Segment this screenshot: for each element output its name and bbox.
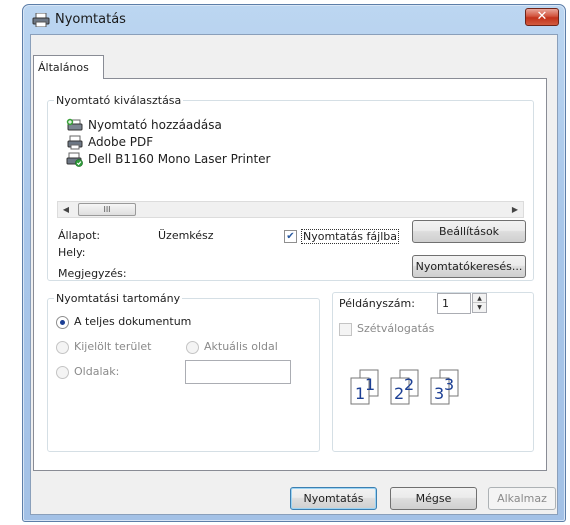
printer-icon (32, 13, 50, 27)
printer-select-group: Nyomtató kiválasztása Nyomtató hozzáadás… (47, 94, 534, 281)
list-item[interactable]: Nyomtató hozzáadása (66, 117, 506, 134)
printer-name: Dell B1160 Mono Laser Printer (88, 152, 271, 166)
print-to-file-label[interactable]: Nyomtatás fájlba (301, 229, 399, 244)
tab-panel-general: Nyomtató kiválasztása Nyomtató hozzáadás… (33, 78, 547, 471)
dialog-body: Általános Nyomtató kiválasztása Nyomtató… (30, 34, 558, 515)
print-button[interactable]: Nyomtatás (290, 487, 377, 510)
copies-spinner[interactable]: ▲ ▼ (472, 293, 487, 313)
selection-label[interactable]: Kijelölt terület (74, 340, 151, 353)
add-printer-icon (66, 118, 83, 131)
tab-general[interactable]: Általános (33, 55, 104, 79)
title-bar[interactable]: Nyomtatás ✕ (23, 5, 565, 35)
copies-input[interactable]: 1 (437, 293, 471, 314)
spin-down-icon[interactable]: ▼ (473, 303, 486, 312)
apply-button[interactable]: Alkalmaz (488, 487, 556, 510)
page-range-group: Nyomtatási tartomány A teljes dokumentum… (47, 292, 320, 452)
printer-name: Adobe PDF (88, 135, 154, 149)
pages-label[interactable]: Oldalak: (74, 365, 119, 378)
collate-page-number: 3 (444, 375, 454, 394)
status-value: Üzemkész (158, 229, 214, 242)
window-title: Nyomtatás (55, 12, 126, 27)
scroll-left-icon[interactable]: ◀ (58, 202, 74, 217)
printer-list-scrollbar[interactable]: ◀ III ▶ (57, 201, 524, 218)
collate-pages-icon: 1 1 (350, 369, 379, 405)
collate-label[interactable]: Szétválogatás (357, 322, 434, 335)
page-range-legend: Nyomtatási tartomány (56, 292, 181, 305)
current-page-radio[interactable] (186, 341, 199, 354)
preferences-button[interactable]: Beállítások (412, 220, 526, 243)
printer-select-legend: Nyomtató kiválasztása (56, 94, 182, 107)
printer-name: Nyomtató hozzáadása (88, 118, 222, 132)
printer-list[interactable]: Nyomtató hozzáadása Adobe PDF Dell B1160… (66, 117, 506, 168)
scrollbar-thumb[interactable]: III (78, 203, 136, 216)
list-item[interactable]: Adobe PDF (66, 134, 506, 151)
print-dialog: Nyomtatás ✕ Általános Nyomtató kiválaszt… (22, 4, 566, 522)
all-pages-radio[interactable] (56, 316, 69, 329)
collate-page-number: 1 (365, 375, 375, 394)
copies-group: Példányszám: 1 ▲ ▼ Szétválogatás 1 1 2 2… (332, 292, 534, 452)
collate-page-number: 1 (355, 384, 365, 403)
print-to-file-checkbox[interactable]: ✔ (284, 230, 297, 243)
comment-label: Megjegyzés: (58, 267, 127, 280)
collate-page-number: 3 (434, 384, 444, 403)
default-printer-icon (66, 152, 83, 167)
collate-page-number: 2 (394, 384, 404, 403)
spin-up-icon[interactable]: ▲ (473, 294, 486, 303)
printer-icon (67, 135, 83, 150)
location-label: Hely: (58, 246, 86, 259)
collate-pages-icon: 2 2 (390, 369, 419, 405)
scroll-right-icon[interactable]: ▶ (507, 202, 523, 217)
all-pages-label[interactable]: A teljes dokumentum (74, 315, 191, 328)
close-button[interactable]: ✕ (525, 8, 559, 26)
pages-radio[interactable] (56, 366, 69, 379)
cancel-button[interactable]: Mégse (390, 487, 477, 510)
list-item[interactable]: Dell B1160 Mono Laser Printer (66, 151, 506, 168)
current-page-label[interactable]: Aktuális oldal (204, 340, 278, 353)
pages-input[interactable] (185, 360, 291, 384)
collate-page-number: 2 (404, 375, 414, 394)
collate-pages-icon: 3 3 (430, 369, 459, 405)
status-label: Állapot: (58, 229, 101, 242)
collate-checkbox[interactable] (339, 323, 352, 336)
copies-label: Példányszám: (339, 297, 415, 310)
find-printer-button[interactable]: Nyomtatókeresés... (412, 255, 526, 278)
selection-radio[interactable] (56, 341, 69, 354)
